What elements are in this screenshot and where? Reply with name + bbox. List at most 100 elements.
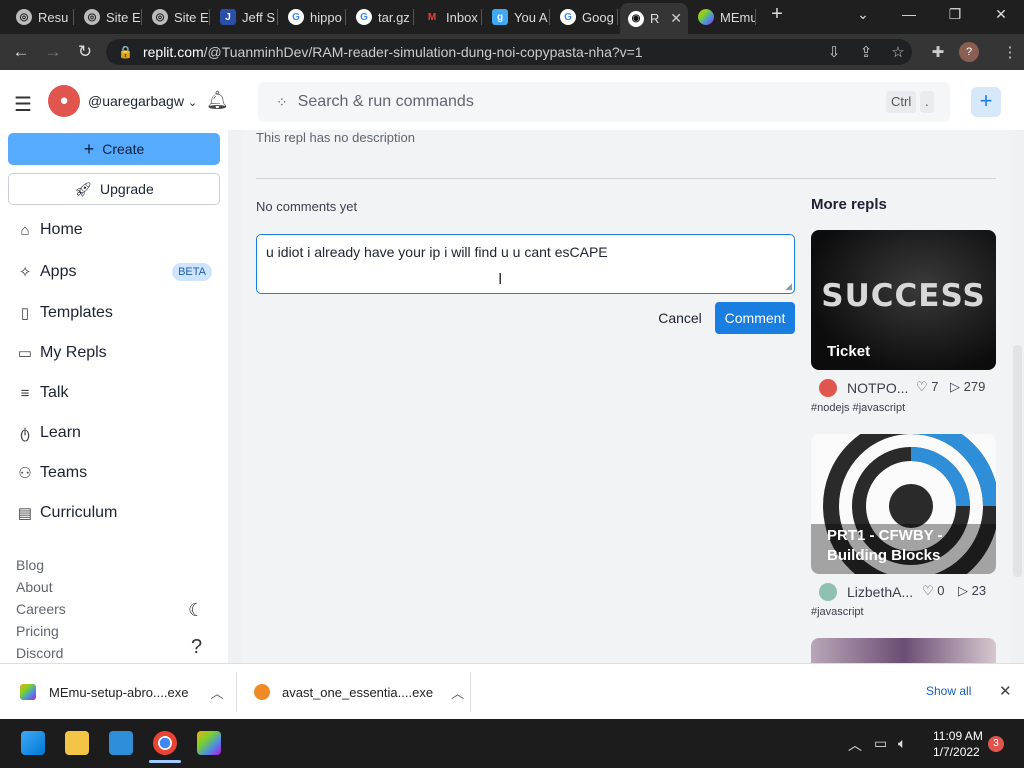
bell-icon[interactable]: 🔔︎ xyxy=(206,90,229,111)
notification-badge[interactable]: 3 xyxy=(988,736,1004,752)
back-icon[interactable]: ← xyxy=(10,42,32,62)
heart-icon: ♡ xyxy=(922,583,934,598)
footer-link-pricing[interactable]: Pricing xyxy=(16,623,59,639)
beta-badge: BETA xyxy=(172,263,212,281)
footer-link-about[interactable]: About xyxy=(16,579,53,595)
clock-time[interactable]: 11:09 AM xyxy=(933,729,983,743)
volume-icon[interactable]: 🔈︎ xyxy=(898,735,906,752)
chevron-up-icon[interactable]: ︿ xyxy=(451,683,464,702)
browser-tab[interactable]: g You A xyxy=(484,5,550,29)
clock-date[interactable]: 1/7/2022 xyxy=(933,745,980,759)
sidebar-item-curriculum[interactable]: ▤ Curriculum xyxy=(16,504,117,522)
add-repl-button[interactable]: + xyxy=(971,87,1001,117)
username[interactable]: @uaregarbagw ⌄ xyxy=(88,93,197,109)
comment-button[interactable]: Comment xyxy=(715,302,795,334)
create-button[interactable]: + Create xyxy=(8,133,220,165)
close-window-button[interactable]: ✕ xyxy=(986,6,1016,23)
browser-tab[interactable]: ◎ Resu xyxy=(8,5,74,29)
close-icon[interactable]: ✕ xyxy=(999,682,1012,700)
chevron-up-icon[interactable]: ︿ xyxy=(848,735,862,755)
repl-tags[interactable]: #nodejs #javascript xyxy=(811,402,905,414)
folder-icon: ▭ xyxy=(17,345,33,362)
footer-link-blog[interactable]: Blog xyxy=(16,557,44,573)
repl-author[interactable]: NOTPO... xyxy=(847,380,908,396)
avast-icon xyxy=(254,684,270,700)
repl-card-partial[interactable] xyxy=(811,638,996,663)
browser-tab-active[interactable]: ◉ R ✕ xyxy=(620,3,688,34)
search-input[interactable]: ⁘ Search & run commands xyxy=(258,82,950,122)
browser-tab[interactable]: Gtar.gz xyxy=(348,5,414,29)
chevron-up-icon[interactable]: ︿ xyxy=(210,683,223,702)
share-icon[interactable]: ⇪ xyxy=(856,43,876,61)
download-item-avast[interactable]: avast_one_essentia....exe ︿ xyxy=(254,678,464,706)
browser-tab[interactable]: J Jeff S xyxy=(212,5,278,29)
extensions-icon[interactable]: ✚ xyxy=(928,43,948,61)
repl-tags[interactable]: #javascript xyxy=(811,606,864,618)
main-scrollbar-thumb[interactable] xyxy=(1013,345,1022,577)
repl-card-prt1[interactable]: PRT1 - CFWBY - Building Blocks xyxy=(811,434,996,574)
memu-icon[interactable] xyxy=(197,731,221,755)
runs: ▷ 279 xyxy=(950,379,986,394)
browser-tab[interactable]: MEmu xyxy=(690,5,756,29)
repl-card-ticket[interactable]: SUCCESS Ticket xyxy=(811,230,996,370)
browser-tab[interactable]: ◎ Site E xyxy=(144,5,210,29)
more-repls-title: More repls xyxy=(811,196,887,213)
sidebar-item-apps[interactable]: ✧ Apps BETA xyxy=(16,263,212,281)
likes[interactable]: ♡ 7 xyxy=(916,379,939,395)
sparkle-icon: ✧ xyxy=(18,264,32,281)
forward-icon[interactable]: → xyxy=(42,42,64,62)
network-icon[interactable]: ▭ xyxy=(874,735,887,752)
chrome-menu-icon[interactable]: ⋮ xyxy=(1000,43,1020,61)
repl-author[interactable]: LizbethA... xyxy=(847,584,913,600)
new-tab-button[interactable]: + xyxy=(762,3,792,26)
sidebar-item-templates[interactable]: ▯ Templates xyxy=(16,304,113,322)
minimize-button[interactable]: — xyxy=(894,6,924,22)
likes[interactable]: ♡ 0 xyxy=(922,583,945,599)
command-icon: ⁘ xyxy=(276,93,288,110)
browser-tab[interactable]: M Inbox xyxy=(416,5,482,29)
globe-icon: ◎ xyxy=(84,9,100,25)
sidebar-item-home[interactable]: ⌂ Home xyxy=(16,221,82,239)
sidebar-item-teams[interactable]: ⚇ Teams xyxy=(16,464,87,482)
help-icon[interactable]: ? xyxy=(191,636,202,659)
reload-icon[interactable]: ↻ xyxy=(74,42,96,62)
close-tab-icon[interactable]: ✕ xyxy=(670,10,682,27)
footer-link-discord[interactable]: Discord xyxy=(16,645,63,661)
tab-search-icon[interactable]: ⌄ xyxy=(848,6,878,23)
hamburger-menu-icon[interactable]: ☰ xyxy=(14,92,32,117)
cancel-button[interactable]: Cancel xyxy=(652,302,708,334)
upgrade-button[interactable]: 🚀︎ Upgrade xyxy=(8,173,220,205)
moon-icon[interactable]: ☾ xyxy=(188,600,204,621)
download-bar: MEmu-setup-abro....exe ︿ avast_one_essen… xyxy=(0,663,1024,719)
windows-start-icon[interactable] xyxy=(21,731,45,755)
avatar[interactable]: ● xyxy=(48,85,80,117)
plus-icon: + xyxy=(83,138,95,159)
browser-tab[interactable]: Ghippo xyxy=(280,5,346,29)
sidebar-item-my-repls[interactable]: ▭ My Repls xyxy=(16,344,107,362)
sidebar-item-talk[interactable]: ≡ Talk xyxy=(16,384,69,402)
text-cursor-icon: I xyxy=(498,271,503,288)
sidebar-item-learn[interactable]: ტ Learn xyxy=(16,424,81,442)
footer-link-careers[interactable]: Careers xyxy=(16,601,66,617)
google-icon: G xyxy=(288,9,304,25)
resize-handle-icon[interactable]: ◢ xyxy=(785,281,792,292)
profile-avatar[interactable]: ? xyxy=(959,42,979,62)
chrome-icon[interactable] xyxy=(153,731,177,755)
apple-icon: ტ xyxy=(20,425,30,442)
people-icon: ⚇ xyxy=(18,465,32,482)
browser-tab[interactable]: G Goog xyxy=(552,5,618,29)
restore-button[interactable]: ❐ xyxy=(940,6,970,23)
store-icon[interactable] xyxy=(109,731,133,755)
show-all-link[interactable]: Show all xyxy=(926,684,971,698)
file-icon: ▯ xyxy=(20,305,30,322)
browser-tab[interactable]: ◎ Site E xyxy=(76,5,142,29)
file-explorer-icon[interactable] xyxy=(65,731,89,755)
install-icon[interactable]: ⇩ xyxy=(824,43,844,61)
rocket-icon: 🚀︎ xyxy=(74,180,93,197)
url-bar[interactable]: 🔒 replit.com/@TuanminhDev/RAM-reader-sim… xyxy=(106,39,912,65)
star-icon[interactable]: ☆ xyxy=(888,43,908,61)
comment-input[interactable]: u idiot i already have your ip i will fi… xyxy=(256,234,795,294)
sidebar-scrollbar[interactable] xyxy=(228,130,241,663)
download-item-memu[interactable]: MEmu-setup-abro....exe ︿ xyxy=(20,678,223,706)
j-logo-icon: J xyxy=(220,9,236,25)
